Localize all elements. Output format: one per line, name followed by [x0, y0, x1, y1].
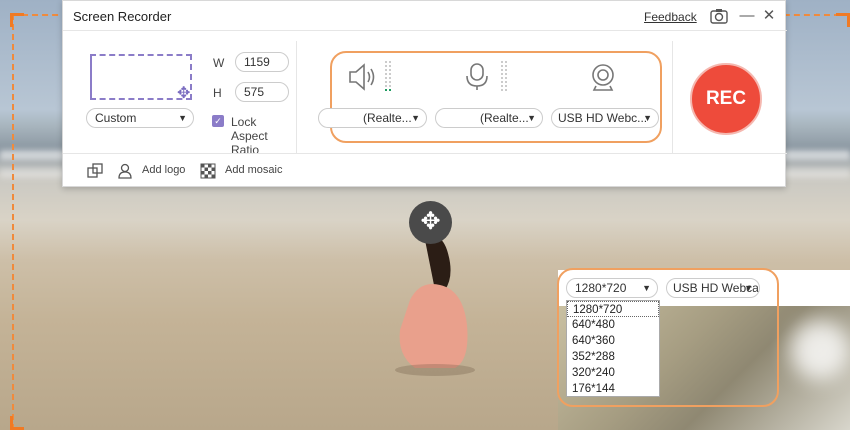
- speaker-device-value: (Realte...: [363, 111, 412, 125]
- height-input[interactable]: 575: [235, 82, 289, 102]
- chevron-down-icon: ▼: [527, 113, 536, 123]
- mic-level-meter: [500, 61, 508, 93]
- speaker-level-meter: [384, 61, 392, 93]
- recorder-panel: Screen Recorder Feedback — ✕ ✥ W 1159 H …: [62, 0, 787, 187]
- region-preset-select[interactable]: Custom ▼: [86, 108, 194, 128]
- divider: [672, 41, 673, 153]
- region-preset-value: Custom: [95, 111, 137, 125]
- minimize-icon[interactable]: —: [738, 8, 756, 24]
- lock-aspect-checkbox[interactable]: ✓: [212, 115, 224, 127]
- chevron-down-icon: ▼: [411, 113, 420, 123]
- crop-icon[interactable]: [87, 163, 103, 179]
- feedback-link[interactable]: Feedback: [644, 10, 697, 24]
- rec-button[interactable]: REC: [690, 63, 762, 135]
- webcam-settings-highlight: [557, 268, 779, 407]
- mic-device-value: (Realte...: [480, 111, 529, 125]
- width-label: W: [213, 56, 225, 70]
- capture-corner-handle[interactable]: [10, 13, 24, 27]
- webcam-device-select[interactable]: USB HD Webc... ▼: [551, 108, 659, 128]
- chevron-down-icon: ▼: [643, 113, 652, 123]
- microphone-icon[interactable]: [461, 62, 493, 94]
- person-icon[interactable]: [117, 163, 133, 179]
- divider: [296, 41, 297, 153]
- close-icon[interactable]: ✕: [760, 8, 778, 24]
- height-label: H: [213, 86, 222, 100]
- webcam-device-value: USB HD Webc...: [558, 111, 648, 125]
- add-logo-button[interactable]: Add logo: [142, 164, 185, 176]
- move-icon[interactable]: ✥: [177, 85, 195, 103]
- mic-device-select[interactable]: (Realte... ▼: [435, 108, 543, 128]
- speaker-device-select[interactable]: (Realte... ▼: [318, 108, 427, 128]
- capture-corner-handle[interactable]: [836, 13, 850, 27]
- move-handle-icon[interactable]: ✥: [409, 201, 452, 244]
- webcam-glow: [790, 320, 850, 380]
- speaker-icon[interactable]: [347, 62, 379, 94]
- webcam-icon[interactable]: [587, 62, 619, 94]
- chevron-down-icon: ▼: [178, 113, 187, 123]
- title-bar: Screen Recorder Feedback — ✕: [63, 1, 787, 31]
- capture-corner-handle[interactable]: [10, 416, 24, 430]
- lock-aspect-label: Lock Aspect Ratio: [231, 115, 268, 157]
- add-mosaic-button[interactable]: Add mosaic: [225, 164, 282, 176]
- width-input[interactable]: 1159: [235, 52, 289, 72]
- mosaic-icon[interactable]: [200, 163, 216, 179]
- window-title: Screen Recorder: [73, 9, 172, 24]
- divider: [63, 153, 787, 154]
- settings-camera-icon[interactable]: [710, 8, 728, 24]
